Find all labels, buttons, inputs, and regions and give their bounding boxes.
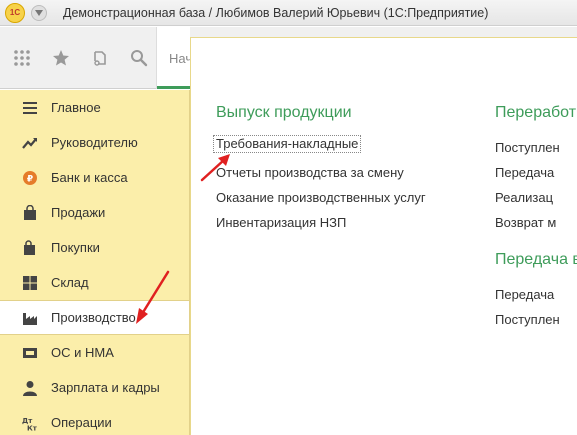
group-title-output: Выпуск продукции <box>216 104 352 121</box>
grid-dots-icon <box>14 49 30 66</box>
bag-icon <box>22 204 38 221</box>
sidebar-item-production[interactable]: Производство <box>0 300 189 335</box>
sidebar-item-label: Покупки <box>51 240 100 255</box>
search-icon <box>131 49 148 66</box>
cart-icon <box>22 239 38 256</box>
assets-icon <box>22 345 38 361</box>
list-icon <box>22 100 38 116</box>
link-processing-receipt[interactable]: Поступлен <box>495 135 577 160</box>
group-title-processing: Переработ <box>495 104 577 121</box>
app-logo[interactable]: 1С <box>5 2 25 23</box>
history-button[interactable] <box>83 41 117 75</box>
svg-text:₽: ₽ <box>27 174 33 184</box>
grid-icon <box>22 275 38 291</box>
sections-sidebar: Главное Руководителю ₽ Банк и касса Прод… <box>0 90 190 435</box>
link-production-services[interactable]: Оказание производственных услуг <box>216 185 426 210</box>
sidebar-item-manager[interactable]: Руководителю <box>0 125 189 160</box>
link-processing-sale[interactable]: Реализац <box>495 185 577 210</box>
link-transfer-out[interactable]: Передача <box>495 282 577 307</box>
panel-column-processing: Переработ Поступлен Передача Реализац Во… <box>495 104 577 332</box>
sidebar-item-sales[interactable]: Продажи <box>0 195 189 230</box>
sidebar-item-operations[interactable]: Дт Кт Операции <box>0 405 189 435</box>
trend-icon <box>22 135 38 151</box>
sidebar-item-label: ОС и НМА <box>51 345 114 360</box>
link-processing-return[interactable]: Возврат м <box>495 210 577 235</box>
sidebar-item-label: Главное <box>51 100 101 115</box>
window-title: Демонстрационная база / Любимов Валерий … <box>63 5 489 20</box>
toolbar-spacer <box>190 27 577 37</box>
factory-icon <box>22 310 38 326</box>
sidebar-item-label: Банк и касса <box>51 170 128 185</box>
title-bar: 1С Демонстрационная база / Любимов Валер… <box>0 0 577 26</box>
sidebar-item-assets[interactable]: ОС и НМА <box>0 335 189 370</box>
link-processing-transfer[interactable]: Передача <box>495 160 577 185</box>
svg-text:Кт: Кт <box>27 424 38 431</box>
link-shift-reports[interactable]: Отчеты производства за смену <box>216 160 426 185</box>
sidebar-item-label: Производство <box>51 310 136 325</box>
search-button[interactable] <box>122 41 156 75</box>
sidebar-item-label: Операции <box>51 415 112 430</box>
panel-column-output: Выпуск продукции Требования-накладные От… <box>213 104 426 235</box>
link-requisitions[interactable]: Требования-накладные <box>213 135 362 153</box>
operations-icon: Дт Кт <box>22 415 38 431</box>
sidebar-item-payroll[interactable]: Зарплата и кадры <box>0 370 189 405</box>
sidebar-item-label: Продажи <box>51 205 106 220</box>
sidebar-item-bank[interactable]: ₽ Банк и касса <box>0 160 189 195</box>
chevron-down-icon <box>35 9 43 16</box>
favorites-button[interactable] <box>44 41 78 75</box>
link-wip-inventory[interactable]: Инвентаризация НЗП <box>216 210 426 235</box>
star-icon <box>53 49 69 65</box>
coin-icon: ₽ <box>22 170 38 186</box>
apps-button[interactable] <box>5 41 39 75</box>
group-title-transfer: Передача в <box>495 251 577 268</box>
sidebar-item-main[interactable]: Главное <box>0 90 189 125</box>
people-icon <box>22 380 38 396</box>
sidebar-item-label: Склад <box>51 275 89 290</box>
history-icon <box>94 50 106 66</box>
link-transfer-receipt[interactable]: Поступлен <box>495 307 577 332</box>
sidebar-item-label: Зарплата и кадры <box>51 380 160 395</box>
main-menu-button[interactable] <box>31 4 47 21</box>
sidebar-item-label: Руководителю <box>51 135 138 150</box>
sidebar-item-warehouse[interactable]: Склад <box>0 265 189 300</box>
sidebar-item-purchases[interactable]: Покупки <box>0 230 189 265</box>
section-panel: Выпуск продукции Требования-накладные От… <box>190 37 577 435</box>
